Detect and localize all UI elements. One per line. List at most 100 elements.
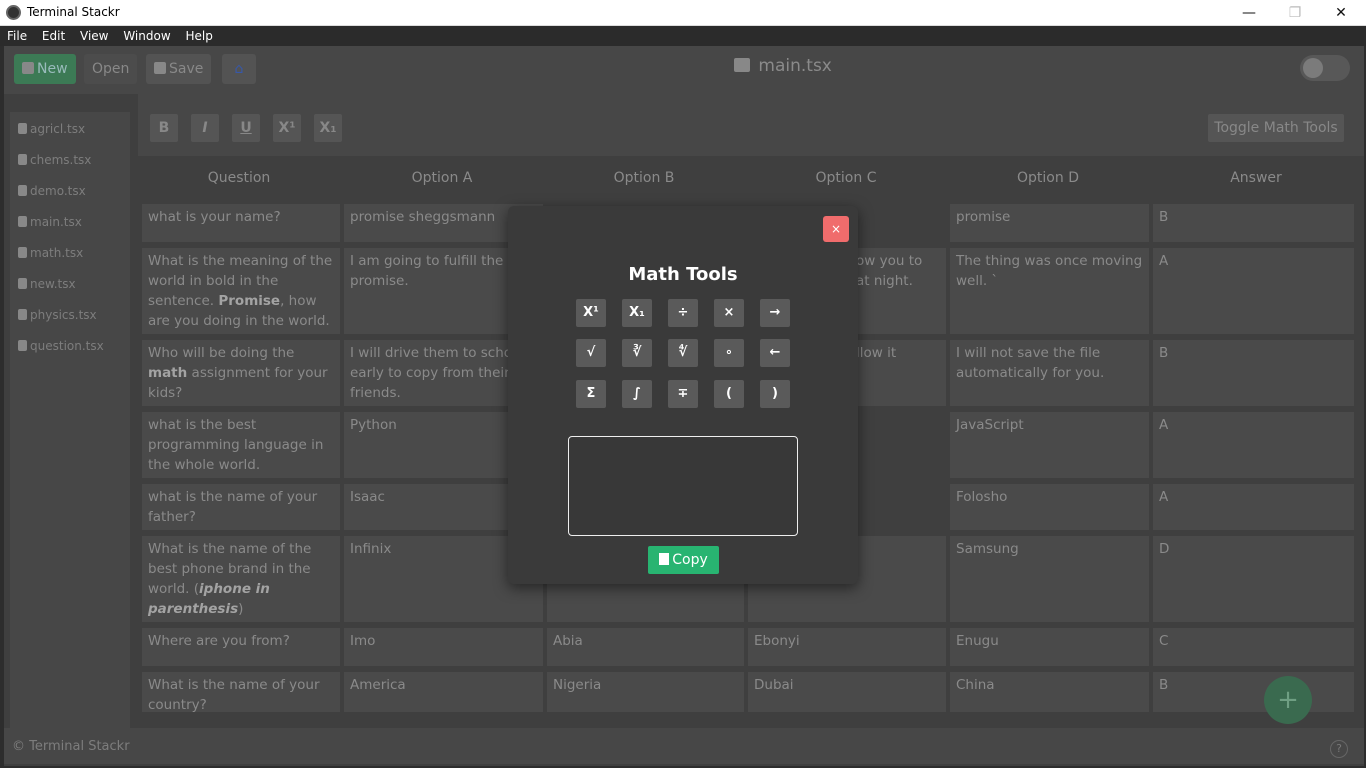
table-cell[interactable]: Samsung <box>950 536 1149 622</box>
doc-title-text: main.tsx <box>758 56 832 76</box>
column-header: Answer <box>1230 170 1282 186</box>
table-cell[interactable]: I will not save the file automatically f… <box>950 340 1149 406</box>
math-superscript-button[interactable]: X¹ <box>576 299 606 327</box>
sidebar-file-chems[interactable]: chems.tsx <box>18 153 91 167</box>
table-cell[interactable]: llow it <box>850 340 946 406</box>
math-arrow-left-button[interactable]: ← <box>760 339 790 367</box>
sidebar-file-agricl[interactable]: agricl.tsx <box>18 122 85 136</box>
theme-toggle[interactable] <box>1300 55 1350 81</box>
table-header: Question Option A Option B Option C Opti… <box>138 160 1364 200</box>
maximize-button[interactable]: ❐ <box>1272 0 1318 26</box>
math-degree-button[interactable]: ∘ <box>714 339 744 367</box>
math-integral-button[interactable]: ∫ <box>622 380 652 408</box>
table-cell[interactable]: Folosho <box>950 484 1149 530</box>
math-fourth-root-button[interactable]: ∜ <box>668 339 698 367</box>
table-cell[interactable]: The thing was once moving well. ` <box>950 248 1149 334</box>
save-button[interactable]: Save <box>146 54 212 84</box>
table-cell[interactable]: Where are you from? <box>142 628 340 666</box>
file-label: math.tsx <box>30 246 84 260</box>
math-output-textarea[interactable] <box>568 436 798 536</box>
underline-button[interactable]: U <box>232 114 260 142</box>
table-cell[interactable]: What is the name of the best phone brand… <box>142 536 340 622</box>
table-cell[interactable]: Who will be doing the math assignment fo… <box>142 340 340 406</box>
math-multiply-button[interactable]: × <box>714 299 744 327</box>
table-cell[interactable]: Dubai <box>748 672 946 712</box>
document-title: main.tsx <box>734 56 832 76</box>
table-cell[interactable]: A <box>1153 484 1354 530</box>
file-icon <box>18 216 27 227</box>
table-cell[interactable]: what is your name? <box>142 204 340 242</box>
table-cell[interactable]: Ebonyi <box>748 628 946 666</box>
footer-brand-text: Terminal Stackr <box>29 739 130 754</box>
math-cbrt-button[interactable]: ∛ <box>622 339 652 367</box>
sidebar-file-demo[interactable]: demo.tsx <box>18 184 86 198</box>
table-cell[interactable]: what is the name of your father? <box>142 484 340 530</box>
table-cell[interactable]: A <box>1153 248 1354 334</box>
footer: © Terminal Stackr ? <box>4 728 1364 764</box>
math-close-paren-button[interactable]: ) <box>760 380 790 408</box>
math-sqrt-button[interactable]: √ <box>576 339 606 367</box>
table-cell[interactable]: B <box>1153 340 1354 406</box>
file-icon <box>18 340 27 351</box>
table-cell[interactable]: China <box>950 672 1149 712</box>
new-button[interactable]: New <box>14 54 76 84</box>
table-cell[interactable]: Imo <box>344 628 543 666</box>
file-icon <box>18 247 27 258</box>
table-cell[interactable]: A <box>1153 412 1354 478</box>
home-button[interactable]: ⌂ <box>222 54 256 84</box>
file-icon <box>18 185 27 196</box>
sidebar-file-physics[interactable]: physics.tsx <box>18 308 97 322</box>
math-open-paren-button[interactable]: ( <box>714 380 744 408</box>
table-cell[interactable]: D <box>1153 536 1354 622</box>
math-divide-button[interactable]: ÷ <box>668 299 698 327</box>
table-cell[interactable]: JavaScript <box>950 412 1149 478</box>
table-cell[interactable]: What is the meaning of the world in bold… <box>142 248 340 334</box>
italic-button[interactable]: I <box>191 114 219 142</box>
math-subscript-button[interactable]: X₁ <box>622 299 652 327</box>
file-label: demo.tsx <box>30 184 86 198</box>
plus-square-icon <box>22 62 34 74</box>
new-label: New <box>37 61 68 77</box>
open-button[interactable]: Open <box>84 54 138 84</box>
table-cell[interactable]: promise <box>950 204 1149 242</box>
table-cell[interactable]: B <box>1153 672 1354 712</box>
menu-file[interactable]: File <box>3 26 31 46</box>
math-sigma-button[interactable]: Σ <box>576 380 606 408</box>
app-icon <box>6 5 21 20</box>
menu-view[interactable]: View <box>76 26 112 46</box>
table-cell[interactable]: America <box>344 672 543 712</box>
table-cell[interactable]: C <box>1153 628 1354 666</box>
column-header: Option A <box>411 170 473 186</box>
help-icon[interactable]: ? <box>1330 740 1348 758</box>
file-sidebar: agricl.tsx chems.tsx demo.tsx main.tsx m… <box>10 112 130 732</box>
format-toolbar: B I U X¹ X₁ Toggle Math Tools <box>138 94 1364 156</box>
toolbar: New Open Save ⌂ main.tsx <box>4 46 1364 94</box>
sidebar-file-question[interactable]: question.tsx <box>18 339 104 353</box>
table-cell[interactable]: What is the name of your country? <box>142 672 340 712</box>
math-arrow-right-button[interactable]: → <box>760 299 790 327</box>
table-cell[interactable]: B <box>1153 204 1354 242</box>
table-cell[interactable]: what is the best programming language in… <box>142 412 340 478</box>
menu-help[interactable]: Help <box>181 26 216 46</box>
menu-edit[interactable]: Edit <box>38 26 69 46</box>
table-cell[interactable]: Abia <box>547 628 744 666</box>
toggle-knob <box>1303 58 1323 78</box>
column-header: Option D <box>1017 170 1079 186</box>
menu-window[interactable]: Window <box>119 26 174 46</box>
sidebar-file-main[interactable]: main.tsx <box>18 215 82 229</box>
close-window-button[interactable]: ✕ <box>1318 0 1364 26</box>
sidebar-file-math[interactable]: math.tsx <box>18 246 83 260</box>
superscript-button[interactable]: X¹ <box>273 114 301 142</box>
table-cell[interactable]: ow you to at night. <box>850 248 946 334</box>
subscript-button[interactable]: X₁ <box>314 114 342 142</box>
copy-button[interactable]: Copy <box>648 546 719 574</box>
sidebar-file-new[interactable]: new.tsx <box>18 277 76 291</box>
minimize-button[interactable]: — <box>1226 0 1272 26</box>
table-cell[interactable]: Nigeria <box>547 672 744 712</box>
add-row-fab[interactable]: + <box>1264 676 1312 724</box>
bold-button[interactable]: B <box>150 114 178 142</box>
close-modal-button[interactable]: × <box>823 216 849 242</box>
toggle-math-tools-button[interactable]: Toggle Math Tools <box>1208 114 1344 142</box>
table-cell[interactable]: Enugu <box>950 628 1149 666</box>
math-minus-plus-button[interactable]: ∓ <box>668 380 698 408</box>
